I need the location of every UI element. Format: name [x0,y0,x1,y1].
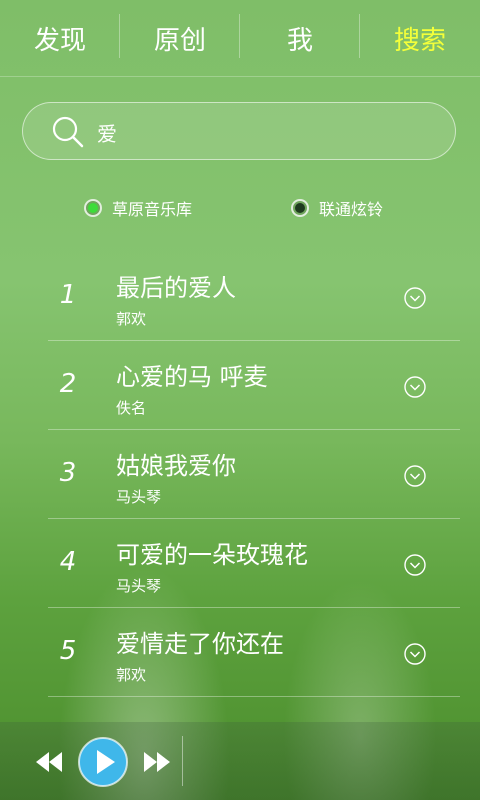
tab-label: 发现 [33,25,86,56]
rank-number: 4 [59,547,77,577]
player-divider [182,736,183,786]
radio-unicom-ringtone[interactable]: 联通炫铃 [291,196,383,220]
song-title: 最后的爱人 [116,274,236,302]
chevron-down-icon[interactable] [404,287,426,309]
song-title: 心爱的马 呼麦 [116,363,268,391]
rewind-icon[interactable] [34,750,64,774]
list-item[interactable]: 2 心爱的马 呼麦 佚名 [0,341,480,430]
rank-number: 1 [59,280,77,310]
song-artist: 郭欢 [116,666,147,684]
list-item[interactable]: 5 爱情走了你还在 郭欢 [0,608,480,697]
song-artist: 马头琴 [116,577,162,595]
rank-number: 2 [59,369,77,399]
play-icon[interactable] [77,736,129,788]
rank-number: 3 [59,458,77,488]
chevron-down-icon[interactable] [404,554,426,576]
tab-me[interactable]: 我 [240,0,360,76]
radio-label: 联通炫铃 [319,200,384,219]
fast-forward-icon[interactable] [142,750,172,774]
tab-original[interactable]: 原创 [120,0,240,76]
player-bar [0,722,480,800]
radio-label: 草原音乐库 [112,200,193,219]
chevron-down-icon[interactable] [404,465,426,487]
song-artist: 郭欢 [116,310,147,328]
tab-search[interactable]: 搜索 [360,0,480,76]
row-divider [48,696,460,697]
list-item[interactable]: 4 可爱的一朵玫瑰花 马头琴 [0,519,480,608]
top-tab-bar: 发现 原创 我 搜索 [0,0,480,76]
song-artist: 马头琴 [116,488,162,506]
search-input[interactable] [97,115,437,149]
radio-unselected-icon [291,199,309,217]
song-artist: 佚名 [116,399,147,417]
tab-bar-divider [0,76,480,77]
list-item[interactable]: 1 最后的爱人 郭欢 [0,252,480,341]
list-item[interactable]: 3 姑娘我爱你 马头琴 [0,430,480,519]
chevron-down-icon[interactable] [404,643,426,665]
radio-grassland-library[interactable]: 草原音乐库 [84,196,192,220]
song-list: 1 最后的爱人 郭欢 2 心爱的马 呼麦 佚名 3 姑娘我爱你 马头琴 4 可爱… [0,252,480,697]
search-box[interactable] [22,102,456,160]
rank-number: 5 [59,636,77,666]
radio-selected-icon [84,199,102,217]
search-icon[interactable] [51,115,85,149]
song-title: 姑娘我爱你 [116,452,236,480]
tab-label: 搜索 [393,25,446,56]
tab-label: 我 [286,25,313,56]
chevron-down-icon[interactable] [404,376,426,398]
song-title: 可爱的一朵玫瑰花 [116,541,308,569]
tab-label: 原创 [153,25,206,56]
song-title: 爱情走了你还在 [116,630,284,658]
tab-discover[interactable]: 发现 [0,0,120,76]
